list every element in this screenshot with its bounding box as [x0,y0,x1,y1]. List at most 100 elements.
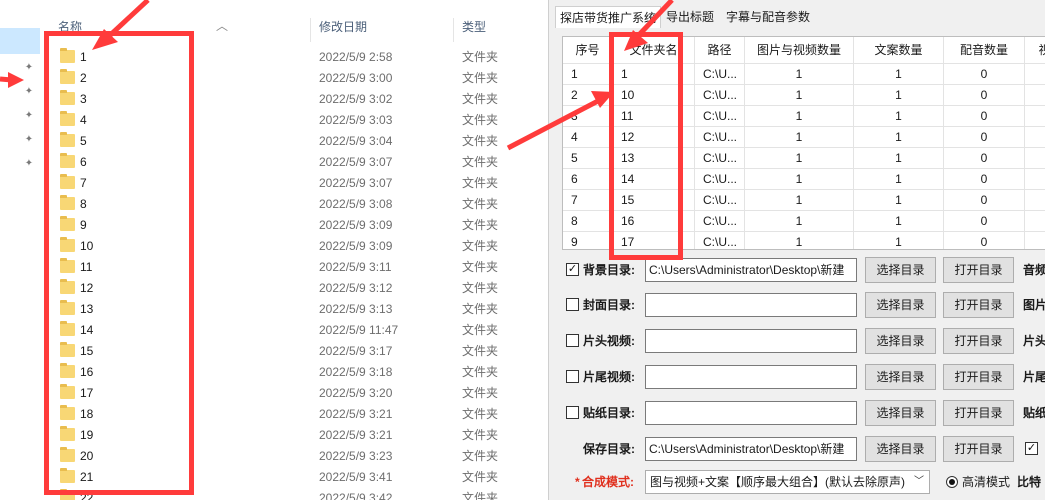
bg-dir-input[interactable]: C:\Users\Administrator\Desktop\新建 [645,258,857,282]
nav-selected-item[interactable] [0,28,40,54]
highlight-box-folder-names [44,31,194,495]
pin-icon[interactable]: ✦ [23,86,35,98]
intro-video-open-button[interactable]: 打开目录 [943,328,1014,354]
file-type: 文件夹 [462,113,499,127]
file-type: 文件夹 [462,197,499,211]
file-type: 文件夹 [462,386,499,400]
file-type: 文件夹 [462,365,499,379]
grid-cell: 3 [563,106,613,127]
save-dir-open-button[interactable]: 打开目录 [943,436,1014,462]
cover-dir-open-button[interactable]: 打开目录 [943,292,1014,318]
grid-cell: 4 [563,127,613,148]
grid-cell: 1 [745,85,854,106]
grid-cell: C:\U... [695,232,745,249]
intro-video-checkbox[interactable] [566,334,579,347]
sticker-dir-input[interactable] [645,401,857,425]
file-modified: 2022/5/9 3:21 [319,407,393,421]
mode-select-value: 图与视频+文案【顺序最大组合】(默认去除原声) [650,475,906,489]
bg-dir-choose-button[interactable]: 选择目录 [865,257,936,283]
grid-header-cell[interactable]: 文案数量 [854,37,944,64]
file-type: 文件夹 [462,323,499,337]
outro-video-open-button[interactable]: 打开目录 [943,364,1014,390]
grid-cell: 1 [854,169,944,190]
file-modified: 2022/5/9 3:03 [319,113,393,127]
file-type: 文件夹 [462,134,499,148]
save-dir-label: 保存目录: [583,442,635,456]
tab-promo-system[interactable]: 探店带货推广系统 [555,6,662,28]
pin-icon[interactable]: ✦ [23,62,35,74]
hd-mode-radio[interactable] [946,476,958,488]
grid-cell: 1 [745,64,854,85]
column-header-modified[interactable]: 修改日期 [315,12,367,42]
outro-video-checkbox[interactable] [566,370,579,383]
outro-video-label: 片尾视频: [583,370,635,384]
grid-header-cell[interactable]: 图片与视频数量 [745,37,854,64]
sticker-dir-checkbox[interactable] [566,406,579,419]
grid-cell [1025,64,1045,85]
sticker-label: 贴纸 [1023,406,1045,420]
sticker-dir-choose-button[interactable]: 选择目录 [865,400,936,426]
mode-select[interactable]: 图与视频+文案【顺序最大组合】(默认去除原声) ﹀ [645,470,930,494]
grid-cell: 1 [854,190,944,211]
outro-label: 片尾 [1023,370,1045,384]
grid-cell: C:\U... [695,106,745,127]
tab-export-titles[interactable]: 导出标题 [662,6,718,28]
outro-video-choose-button[interactable]: 选择目录 [865,364,936,390]
grid-cell: 0 [944,64,1025,85]
column-divider[interactable] [310,18,311,42]
sticker-dir-label: 贴纸目录: [583,406,635,420]
file-type: 文件夹 [462,344,499,358]
sticker-dir-row: 贴纸目录: 选择目录 打开目录 贴纸 [549,399,1045,427]
intro-video-input[interactable] [645,329,857,353]
column-divider[interactable] [453,18,454,42]
file-type: 文件夹 [462,92,499,106]
cover-dir-checkbox[interactable] [566,298,579,311]
grid-header-cell[interactable]: 序号 [563,37,613,64]
cover-dir-row: 封面目录: 选择目录 打开目录 图片 [549,291,1045,319]
file-type: 文件夹 [462,71,499,85]
pin-icon[interactable]: ✦ [23,134,35,146]
outro-video-input[interactable] [645,365,857,389]
grid-cell: 1 [854,106,944,127]
file-modified: 2022/5/9 3:20 [319,386,393,400]
file-modified: 2022/5/9 3:09 [319,239,393,253]
grid-cell: C:\U... [695,127,745,148]
save-dir-input[interactable]: C:\Users\Administrator\Desktop\新建 [645,437,857,461]
grid-cell: 0 [944,190,1025,211]
bg-dir-checkbox[interactable]: ✓ [566,263,579,276]
grid-cell: 0 [944,85,1025,106]
grid-cell: C:\U... [695,64,745,85]
file-modified: 2022/5/9 3:42 [319,491,393,500]
pin-icon[interactable]: ✦ [23,158,35,170]
cover-dir-input[interactable] [645,293,857,317]
column-header-type[interactable]: 类型 [458,12,486,42]
pin-icon[interactable]: ✦ [23,110,35,122]
intro-video-choose-button[interactable]: 选择目录 [865,328,936,354]
grid-cell [1025,190,1045,211]
file-modified: 2022/5/9 3:04 [319,134,393,148]
cover-dir-label: 封面目录: [583,298,635,312]
grid-cell: 8 [563,211,613,232]
chevron-down-icon[interactable]: ﹀ [914,471,924,493]
grid-header-cell[interactable]: 配音数量 [944,37,1025,64]
bg-dir-open-button[interactable]: 打开目录 [943,257,1014,283]
grid-header-cell[interactable]: 视 [1025,37,1045,64]
grid-cell [1025,106,1045,127]
cover-dir-choose-button[interactable]: 选择目录 [865,292,936,318]
audio-label: 音频 [1023,263,1045,277]
save-option-checkbox[interactable]: ✓ [1025,442,1038,455]
grid-cell: 0 [944,211,1025,232]
file-type: 文件夹 [462,449,499,463]
file-modified: 2022/5/9 3:08 [319,197,393,211]
grid-cell: 2 [563,85,613,106]
tab-subtitle-voice-params[interactable]: 字幕与配音参数 [722,6,814,28]
save-dir-choose-button[interactable]: 选择目录 [865,436,936,462]
grid-cell: 1 [745,190,854,211]
screenshot-stage: ✦ ✦ ✦ ✦ ✦ ︿ 名称 修改日期 类型 1 2022/5/9 2:58 文件夹… [0,0,1045,500]
intro-label: 片头 [1023,334,1045,348]
grid-cell: 1 [745,127,854,148]
grid-header-cell[interactable]: 路径 [695,37,745,64]
file-type: 文件夹 [462,239,499,253]
sticker-dir-open-button[interactable]: 打开目录 [943,400,1014,426]
grid-cell [1025,85,1045,106]
